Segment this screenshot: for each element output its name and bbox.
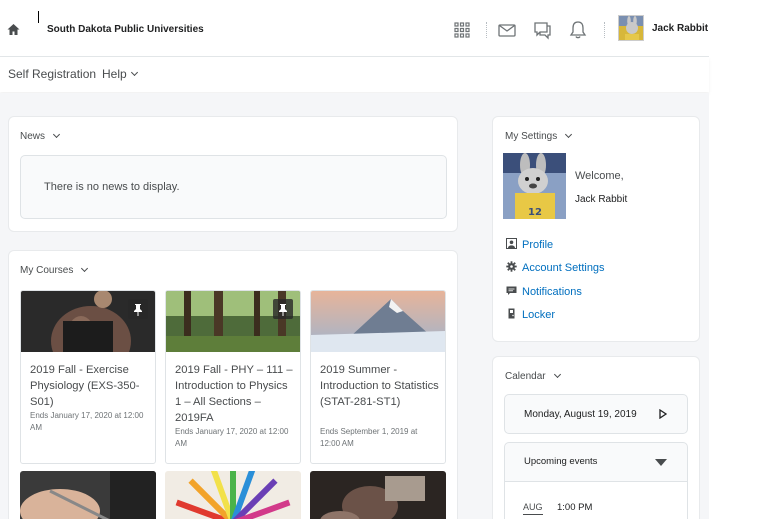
calendar-widget-title[interactable]: Calendar [505, 370, 561, 382]
courses-widget-title[interactable]: My Courses [20, 264, 89, 276]
divider [604, 22, 605, 38]
upcoming-events-label: Upcoming events [524, 456, 598, 467]
calendar-title-label: Calendar [505, 371, 546, 382]
play-icon[interactable] [659, 409, 667, 419]
nav-self-registration[interactable]: Self Registration [8, 67, 96, 81]
course-title[interactable]: 2019 Fall - Exercise Physiology (EXS-350… [30, 362, 150, 410]
news-empty-message: There is no news to display. [44, 181, 180, 193]
svg-text:12: 12 [528, 207, 542, 218]
course-end-date: Ends September 1, 2019 at 12:00 AM [320, 427, 418, 448]
course-tile[interactable]: 2019 Fall - Exercise Physiology (EXS-350… [20, 290, 156, 464]
calendar-date-selector[interactable]: Monday, August 19, 2019 [504, 394, 688, 434]
notifications-link[interactable]: Notifications [506, 285, 582, 298]
profile-avatar: 12 [503, 153, 566, 219]
settings-title-label: My Settings [505, 131, 558, 142]
course-tile-image[interactable] [20, 471, 156, 519]
text-cursor [38, 11, 39, 23]
chat-icon[interactable] [532, 20, 552, 40]
locker-icon [508, 308, 515, 319]
nav-help-menu[interactable]: Help [102, 67, 138, 81]
pin-icon[interactable] [128, 299, 148, 319]
news-title-label: News [20, 131, 46, 142]
calendar-widget: Calendar Monday, August 19, 2019 Upcomin… [492, 356, 700, 519]
news-empty-box: There is no news to display. [20, 155, 447, 219]
settings-widget-title[interactable]: My Settings [505, 130, 573, 142]
chevron-down-icon [565, 130, 573, 139]
event-month: AUG [523, 502, 543, 515]
upcoming-events-toggle[interactable]: Upcoming events [504, 442, 688, 482]
gear-icon [506, 261, 517, 272]
pin-icon[interactable] [273, 299, 293, 319]
news-widget: News There is no news to display. [8, 116, 458, 232]
course-end-date: Ends January 17, 2020 at 12:00 AM [175, 427, 289, 448]
course-tile[interactable]: 2019 Summer - Introduction to Statistics… [310, 290, 446, 464]
chevron-down-icon [130, 68, 138, 77]
profile-link[interactable]: Profile [506, 238, 553, 251]
org-name-link[interactable]: South Dakota Public Universities [47, 24, 204, 35]
waffle-icon[interactable] [452, 20, 472, 40]
chevron-down-icon [81, 264, 89, 273]
account-settings-link[interactable]: Account Settings [506, 261, 605, 274]
welcome-text: Welcome, [575, 170, 624, 182]
chevron-down-icon [52, 130, 61, 139]
nav-help-label: Help [102, 67, 127, 81]
message-icon [506, 286, 517, 295]
welcome-user-name: Jack Rabbit [575, 194, 628, 205]
event-time: 1:00 PM [557, 502, 593, 513]
bell-icon[interactable] [568, 20, 588, 40]
homepage-content: News There is no news to display. My Cou… [0, 93, 709, 519]
divider [486, 22, 487, 38]
my-settings-widget: My Settings 12 Welcome, Jack Rabbit Prof… [492, 116, 700, 342]
navigation-bar: Self Registration Help [0, 57, 709, 92]
calendar-current-date: Monday, August 19, 2019 [524, 409, 637, 420]
top-bar: South Dakota Public Universities Jack Ra… [0, 0, 709, 57]
mail-icon[interactable] [497, 20, 517, 40]
account-settings-label: Account Settings [522, 262, 605, 274]
chevron-down-icon [553, 370, 561, 379]
course-tile-image[interactable] [165, 471, 301, 519]
calendar-event[interactable]: AUG 1:00 PM [504, 482, 688, 519]
home-icon[interactable] [7, 23, 20, 36]
course-title[interactable]: 2019 Summer - Introduction to Statistics… [320, 362, 440, 410]
news-widget-title[interactable]: News [20, 130, 61, 142]
course-title[interactable]: 2019 Fall - PHY – 111 – Introduction to … [175, 362, 295, 426]
locker-link[interactable]: Locker [506, 308, 555, 321]
caret-down-icon [655, 459, 667, 466]
course-tile[interactable]: 2019 Fall - PHY – 111 – Introduction to … [165, 290, 301, 464]
profile-link-label: Profile [522, 239, 554, 251]
course-tile-image[interactable] [310, 471, 446, 519]
course-image [311, 291, 445, 352]
avatar[interactable] [618, 15, 644, 41]
user-name-menu[interactable]: Jack Rabbit [652, 23, 708, 34]
notifications-label: Notifications [522, 286, 582, 298]
my-courses-widget: My Courses 2019 Fall - Exercise Physiolo… [8, 250, 458, 519]
courses-title-label: My Courses [20, 265, 74, 276]
profile-card-icon [506, 238, 517, 249]
course-end-date: Ends January 17, 2020 at 12:00 AM [30, 411, 144, 432]
locker-label: Locker [522, 309, 556, 321]
